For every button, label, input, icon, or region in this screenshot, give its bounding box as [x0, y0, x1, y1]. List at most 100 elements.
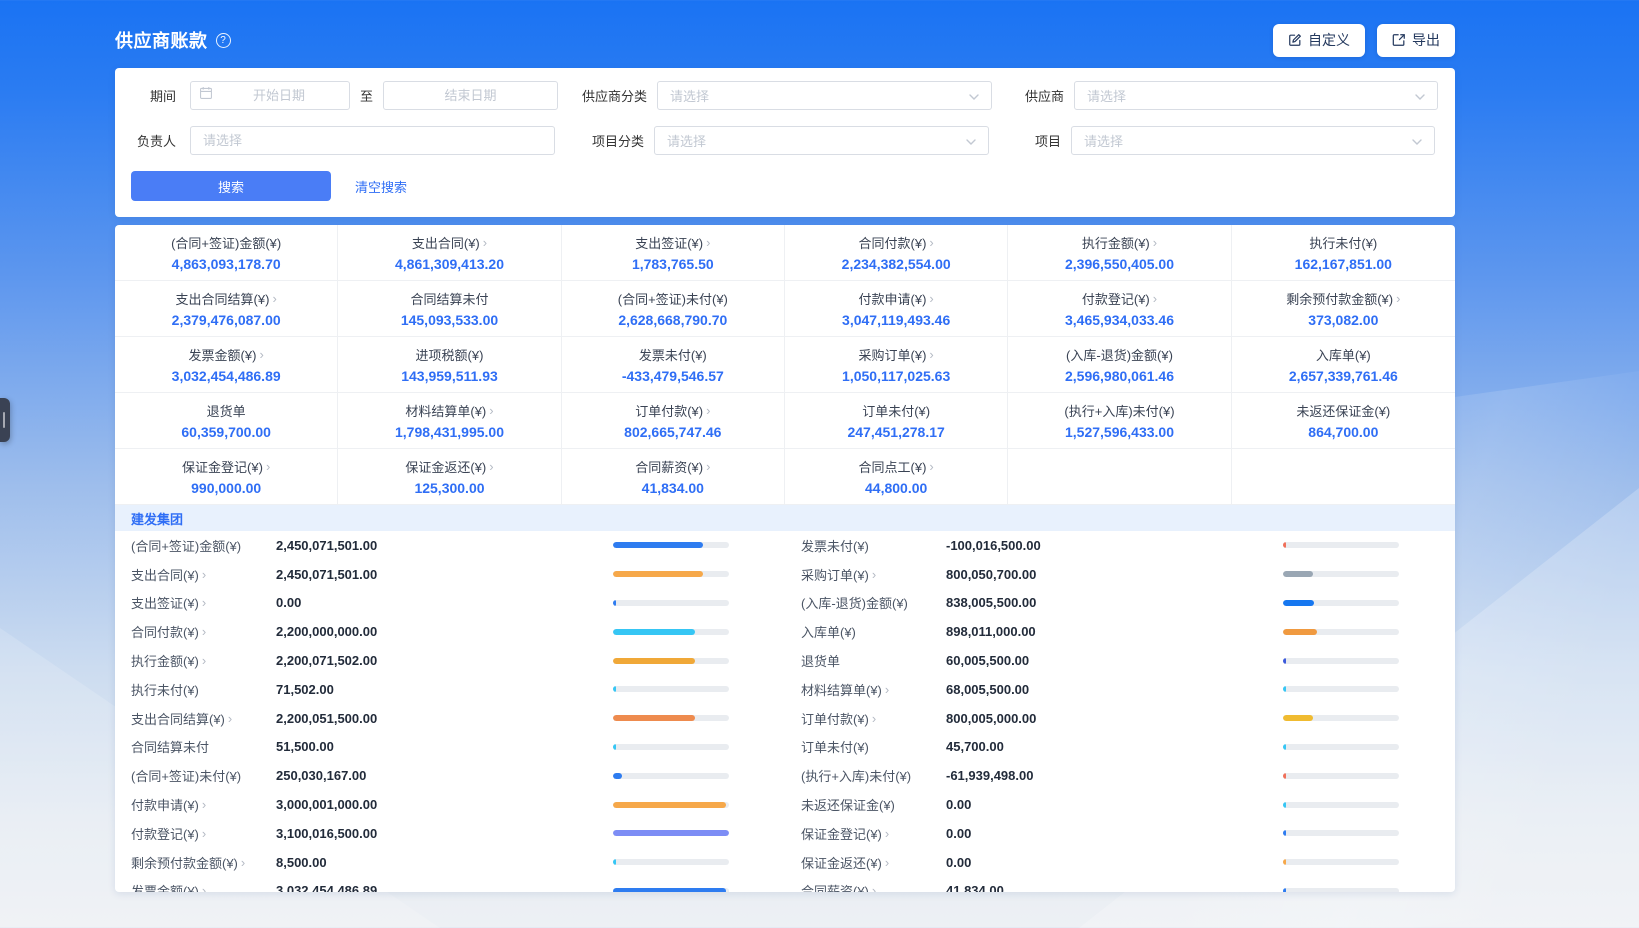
- customize-button[interactable]: 自定义: [1273, 24, 1365, 57]
- summary-cell-value: 1,783,765.50: [632, 256, 714, 272]
- project-label: 项目: [1015, 131, 1061, 150]
- project-select[interactable]: 请选择: [1071, 126, 1435, 155]
- progress-bar: [613, 830, 729, 836]
- supplier-label: 供应商: [1018, 86, 1064, 105]
- progress-bar: [1283, 802, 1399, 808]
- end-date-input[interactable]: [383, 81, 558, 110]
- detail-row-value: 51,500.00: [276, 739, 613, 754]
- progress-bar: [613, 802, 729, 808]
- detail-row-label[interactable]: 材料结算单(¥)›: [801, 680, 946, 699]
- detail-row-value: 2,200,051,500.00: [276, 711, 613, 726]
- progress-bar-fill: [1283, 629, 1317, 635]
- detail-row-value: 41,834.00: [946, 883, 1283, 892]
- summary-cell-label: (合同+签证)金额(¥): [171, 233, 281, 252]
- progress-bar-fill: [613, 830, 729, 836]
- summary-cell-value: 2,657,339,761.46: [1289, 368, 1398, 384]
- summary-cell[interactable]: 合同点工(¥)›44,800.00: [785, 449, 1008, 505]
- summary-cell[interactable]: 合同薪资(¥)›41,834.00: [562, 449, 785, 505]
- summary-cell[interactable]: 支出合同结算(¥)›2,379,476,087.00: [115, 281, 338, 337]
- detail-row-label[interactable]: 执行金额(¥)›: [131, 651, 276, 670]
- progress-bar-fill: [613, 629, 695, 635]
- summary-cell-value: 802,665,747.46: [624, 424, 721, 440]
- progress-bar: [1283, 600, 1399, 606]
- group-header[interactable]: 建发集团: [115, 505, 1455, 531]
- customize-label: 自定义: [1308, 30, 1350, 50]
- summary-cell: (合同+签证)金额(¥) 4,863,093,178.70: [115, 225, 338, 281]
- summary-cell[interactable]: 剩余预付款金额(¥)›373,082.00: [1232, 281, 1455, 337]
- progress-bar-fill: [1283, 830, 1286, 836]
- summary-cell-label: 材料结算单(¥)›: [405, 401, 493, 420]
- detail-row-value: 800,005,000.00: [946, 711, 1283, 726]
- summary-cell[interactable]: 订单付款(¥)›802,665,747.46: [562, 393, 785, 449]
- detail-row-label: (入库-退货)金额(¥): [801, 593, 946, 612]
- detail-row: 付款登记(¥)›3,100,016,500.00: [115, 819, 785, 848]
- supplier-category-select[interactable]: 请选择: [657, 81, 992, 110]
- detail-column-right: 发票未付(¥)-100,016,500.00采购订单(¥)›800,050,70…: [785, 531, 1455, 892]
- project-placeholder: 请选择: [1084, 131, 1123, 150]
- summary-cell[interactable]: 付款申请(¥)›3,047,119,493.46: [785, 281, 1008, 337]
- summary-cell-value: 4,863,093,178.70: [172, 256, 281, 272]
- summary-cell-value: 41,834.00: [642, 480, 704, 496]
- detail-row: 发票未付(¥)-100,016,500.00: [785, 531, 1455, 560]
- export-button[interactable]: 导出: [1377, 24, 1455, 57]
- detail-row-value: -100,016,500.00: [946, 538, 1283, 553]
- detail-row: 付款申请(¥)›3,000,001,000.00: [115, 790, 785, 819]
- detail-row-label[interactable]: 订单付款(¥)›: [801, 709, 946, 728]
- summary-cell[interactable]: 执行金额(¥)›2,396,550,405.00: [1008, 225, 1231, 281]
- summary-cell[interactable]: 保证金返还(¥)›125,300.00: [338, 449, 561, 505]
- summary-cell[interactable]: 材料结算单(¥)›1,798,431,995.00: [338, 393, 561, 449]
- project-category-select[interactable]: 请选择: [654, 126, 989, 155]
- summary-cell-value: 2,234,382,554.00: [842, 256, 951, 272]
- progress-bar-fill: [1283, 802, 1286, 808]
- progress-bar-fill: [613, 744, 616, 750]
- detail-row: 发票金额(¥)›3,032,454,486.89: [115, 877, 785, 892]
- summary-cell[interactable]: 付款登记(¥)›3,465,934,033.46: [1008, 281, 1231, 337]
- detail-row-label[interactable]: 保证金登记(¥)›: [801, 824, 946, 843]
- owner-input[interactable]: [190, 126, 555, 155]
- summary-cell-value: 3,465,934,033.46: [1065, 312, 1174, 328]
- detail-row-label[interactable]: 剩余预付款金额(¥)›: [131, 853, 276, 872]
- detail-row-value: 71,502.00: [276, 682, 613, 697]
- detail-row-label[interactable]: 采购订单(¥)›: [801, 565, 946, 584]
- search-button[interactable]: 搜索: [131, 171, 331, 201]
- summary-cell-value: 2,379,476,087.00: [172, 312, 281, 328]
- owner-field[interactable]: [203, 133, 542, 148]
- detail-row-label[interactable]: 付款登记(¥)›: [131, 824, 276, 843]
- chevron-right-icon: ›: [489, 459, 493, 474]
- detail-row-label[interactable]: 付款申请(¥)›: [131, 795, 276, 814]
- summary-cell[interactable]: 合同付款(¥)› 2,234,382,554.00: [785, 225, 1008, 281]
- help-icon[interactable]: ?: [216, 33, 231, 48]
- detail-column-left: (合同+签证)金额(¥)2,450,071,501.00支出合同(¥)›2,45…: [115, 531, 785, 892]
- chevron-right-icon: ›: [885, 682, 889, 697]
- summary-cell[interactable]: 发票金额(¥)›3,032,454,486.89: [115, 337, 338, 393]
- progress-bar: [613, 658, 729, 664]
- summary-cell[interactable]: 采购订单(¥)›1,050,117,025.63: [785, 337, 1008, 393]
- detail-row-label[interactable]: 合同薪资(¥)›: [801, 881, 946, 892]
- detail-row-value: -61,939,498.00: [946, 768, 1283, 783]
- detail-row-label[interactable]: 支出签证(¥)›: [131, 593, 276, 612]
- supplier-select[interactable]: 请选择: [1074, 81, 1438, 110]
- summary-cell[interactable]: 支出合同(¥)›4,861,309,413.20: [338, 225, 561, 281]
- side-drawer-handle[interactable]: [0, 398, 10, 442]
- start-date-input[interactable]: [190, 81, 350, 110]
- clear-search-link[interactable]: 清空搜索: [355, 177, 407, 196]
- summary-cell-label: 执行未付(¥): [1309, 233, 1377, 252]
- end-date-field[interactable]: [392, 88, 549, 103]
- detail-row-label[interactable]: 支出合同结算(¥)›: [131, 709, 276, 728]
- edit-icon: [1288, 33, 1302, 47]
- detail-row-label[interactable]: 发票金额(¥)›: [131, 881, 276, 892]
- detail-row-label[interactable]: 合同付款(¥)›: [131, 622, 276, 641]
- chevron-right-icon: ›: [1396, 291, 1400, 306]
- summary-cell-label: 支出签证(¥)›: [635, 233, 710, 252]
- summary-cell-label: 保证金登记(¥)›: [182, 457, 270, 476]
- detail-row-value: 0.00: [946, 797, 1283, 812]
- summary-cell[interactable]: 保证金登记(¥)›990,000.00: [115, 449, 338, 505]
- detail-row-label[interactable]: 保证金返还(¥)›: [801, 853, 946, 872]
- summary-cell-label: 合同付款(¥)›: [859, 233, 934, 252]
- summary-cell[interactable]: 支出签证(¥)› 1,783,765.50: [562, 225, 785, 281]
- group-name: 建发集团: [131, 509, 183, 528]
- start-date-field[interactable]: [217, 88, 341, 103]
- detail-row: 合同付款(¥)›2,200,000,000.00: [115, 617, 785, 646]
- project-category-placeholder: 请选择: [667, 131, 706, 150]
- detail-row-label[interactable]: 支出合同(¥)›: [131, 565, 276, 584]
